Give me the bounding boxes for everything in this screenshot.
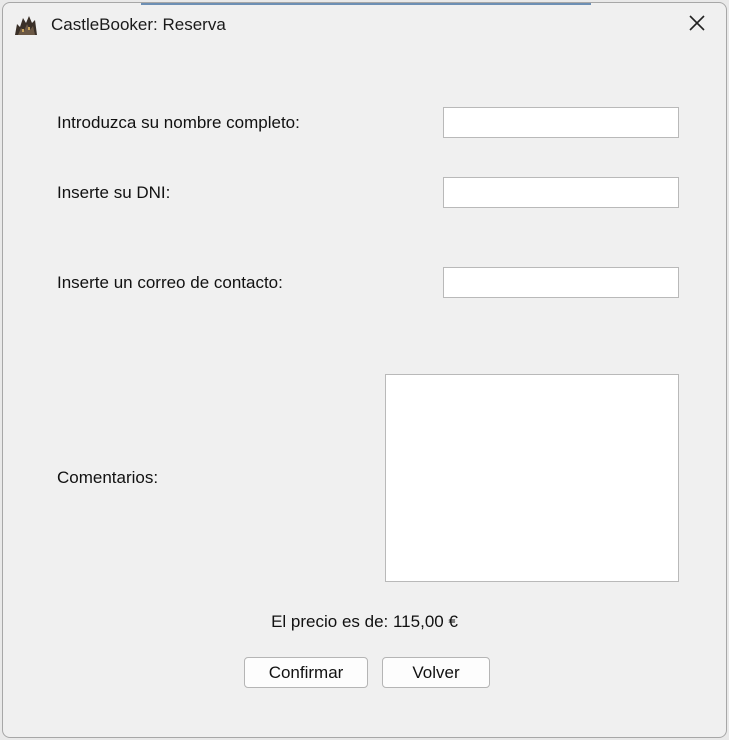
close-icon xyxy=(688,14,706,37)
name-label: Introduzca su nombre completo: xyxy=(57,113,300,132)
email-field[interactable] xyxy=(443,267,679,298)
title-bar[interactable]: CastleBooker: Reserva xyxy=(3,3,726,47)
comments-textarea[interactable] xyxy=(385,374,679,582)
name-field[interactable] xyxy=(443,107,679,138)
close-button[interactable] xyxy=(668,3,726,47)
castle-icon xyxy=(13,14,39,36)
window-title: CastleBooker: Reserva xyxy=(51,15,226,34)
confirm-button[interactable]: Confirmar xyxy=(244,657,368,688)
reservation-window: CastleBooker: Reserva Introduzca su nomb… xyxy=(2,2,727,738)
back-button[interactable]: Volver xyxy=(382,657,490,688)
dni-label: Inserte su DNI: xyxy=(57,183,171,202)
dni-field[interactable] xyxy=(443,177,679,208)
comments-label: Comentarios: xyxy=(57,468,159,487)
price-label: El precio es de: 115,00 € xyxy=(271,612,458,631)
email-label: Inserte un correo de contacto: xyxy=(57,273,283,292)
